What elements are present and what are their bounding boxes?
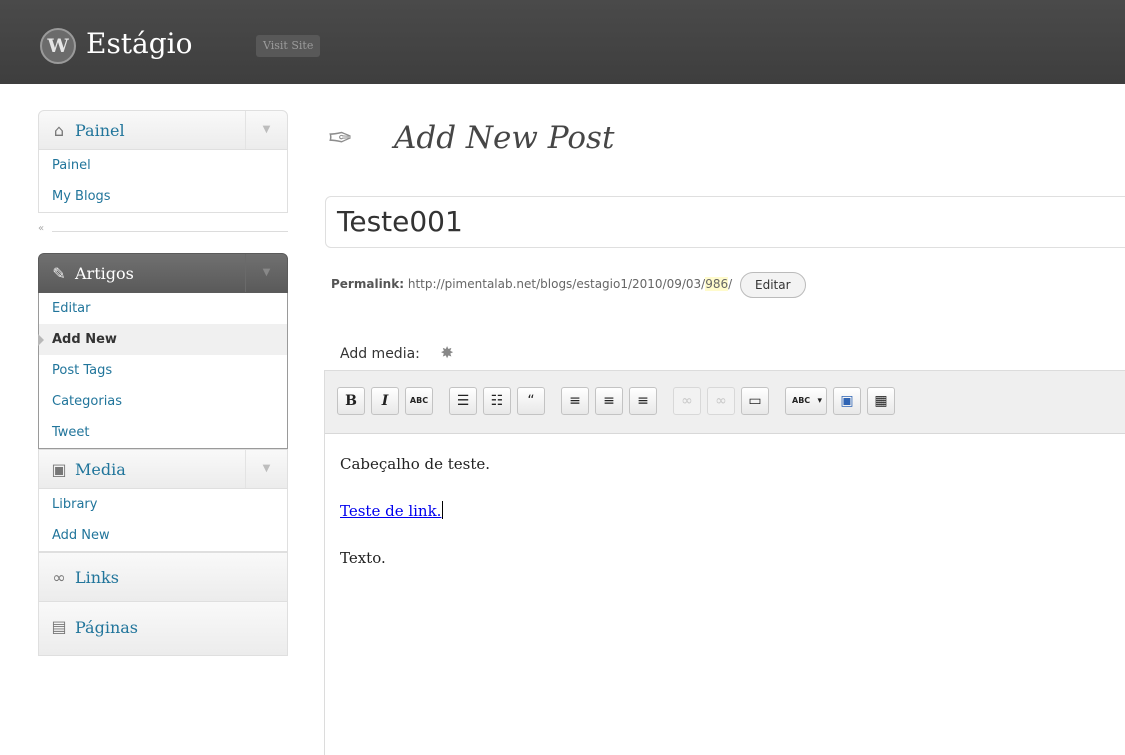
admin-menu: ⌂ Painel ▼ Painel My Blogs « ✎ Artigos ▼…: [38, 110, 288, 656]
menu-media[interactable]: ▣ Media ▼: [38, 449, 288, 489]
text-caret: [442, 501, 444, 519]
add-media-row: Add media: ✸: [340, 338, 454, 368]
strikethrough-button[interactable]: ABC: [405, 387, 433, 415]
submenu-item-add-new-post[interactable]: Add New: [38, 324, 287, 355]
permalink-trailing: /: [728, 277, 733, 291]
permalink-url: http://pimentalab.net/blogs/estagio1/201…: [407, 277, 706, 291]
menu-separator: [52, 231, 288, 232]
admin-header: W Estágio Visit Site: [0, 0, 1125, 84]
add-media-icon[interactable]: ✸: [440, 338, 453, 368]
spellcheck-button[interactable]: ABC ▾: [785, 387, 827, 415]
submenu-item-add-new-media[interactable]: Add New: [39, 520, 287, 551]
submenu-media: Library Add New: [38, 489, 288, 552]
align-center-button[interactable]: ≡: [595, 387, 623, 415]
media-icon: ▣: [51, 460, 67, 479]
submenu-item-my-blogs[interactable]: My Blogs: [39, 181, 287, 212]
insert-more-button[interactable]: ▭: [741, 387, 769, 415]
editor-toolbar: B I ABC ☰ ☷ “ ≡ ≡ ≡ ∞ ∞ ▭ ABC ▾ ▣ ▦: [325, 371, 1125, 434]
submenu-artigos: Editar Add New Post Tags Categorias Twee…: [38, 293, 288, 449]
spellcheck-label: ABC: [792, 396, 811, 405]
blockquote-button[interactable]: “: [517, 387, 545, 415]
link-icon: ∞: [52, 568, 66, 587]
collapse-arrows-icon[interactable]: «: [38, 223, 44, 234]
pushpin-icon: ✑: [328, 121, 354, 156]
submenu-item-categorias[interactable]: Categorias: [39, 386, 287, 417]
menu-paginas[interactable]: ▤ Páginas: [38, 602, 288, 656]
menu-paginas-label: Páginas: [75, 618, 138, 637]
chevron-down-icon[interactable]: ▼: [245, 450, 287, 488]
italic-button[interactable]: I: [371, 387, 399, 415]
permalink-label: Permalink:: [331, 277, 405, 291]
submenu-item-add-new-label: Add New: [52, 332, 117, 347]
submenu-painel: Painel My Blogs: [38, 150, 288, 213]
submenu-item-library[interactable]: Library: [39, 489, 287, 520]
menu-collapse[interactable]: «: [38, 213, 288, 253]
numbered-list-button[interactable]: ☷: [483, 387, 511, 415]
submenu-item-tweet[interactable]: Tweet: [39, 417, 287, 448]
submenu-item-painel[interactable]: Painel: [39, 150, 287, 181]
current-item-arrow-icon: [38, 334, 44, 346]
site-title[interactable]: Estágio: [86, 24, 193, 64]
permalink-row: Permalink: http://pimentalab.net/blogs/e…: [331, 267, 806, 301]
wordpress-logo-icon[interactable]: W: [40, 28, 76, 64]
post-title-input[interactable]: Teste001: [325, 196, 1125, 248]
chevron-down-icon[interactable]: ▼: [245, 111, 287, 149]
align-left-button[interactable]: ≡: [561, 387, 589, 415]
visit-site-button[interactable]: Visit Site: [256, 35, 321, 57]
editor-content[interactable]: Cabeçalho de teste. Teste de link. Texto…: [325, 434, 1125, 613]
menu-links[interactable]: ∞ Links: [38, 552, 288, 602]
editor-body-text: Texto.: [340, 549, 386, 567]
fullscreen-button[interactable]: ▣: [833, 387, 861, 415]
pages-icon: ▤: [51, 617, 67, 636]
unlink-button[interactable]: ∞: [707, 387, 735, 415]
bullet-list-button[interactable]: ☰: [449, 387, 477, 415]
editor-heading-text: Cabeçalho de teste.: [340, 455, 491, 473]
pushpin-icon: ✎: [52, 264, 66, 283]
editor-link-paragraph: Teste de link.: [340, 500, 1125, 522]
align-right-button[interactable]: ≡: [629, 387, 657, 415]
bold-button[interactable]: B: [337, 387, 365, 415]
edit-permalink-button[interactable]: Editar: [740, 271, 806, 298]
submenu-item-editar[interactable]: Editar: [39, 293, 287, 324]
insert-link-button[interactable]: ∞: [673, 387, 701, 415]
chevron-down-icon[interactable]: ▼: [245, 254, 287, 292]
menu-media-label: Media: [75, 460, 126, 479]
post-editor: B I ABC ☰ ☷ “ ≡ ≡ ≡ ∞ ∞ ▭ ABC ▾ ▣ ▦ Cabe…: [324, 370, 1125, 755]
menu-painel[interactable]: ⌂ Painel ▼: [38, 110, 288, 150]
add-media-label: Add media:: [340, 346, 420, 362]
menu-painel-label: Painel: [75, 121, 125, 140]
kitchen-sink-button[interactable]: ▦: [867, 387, 895, 415]
chevron-down-icon[interactable]: ▾: [817, 388, 822, 414]
permalink-slug[interactable]: 986: [705, 277, 729, 291]
menu-links-label: Links: [75, 568, 119, 587]
submenu-item-post-tags[interactable]: Post Tags: [39, 355, 287, 386]
menu-artigos[interactable]: ✎ Artigos ▼: [38, 253, 288, 293]
home-icon: ⌂: [53, 121, 65, 140]
page-title-text: Add New Post: [394, 120, 615, 156]
menu-artigos-label: Artigos: [75, 264, 134, 283]
editor-link[interactable]: Teste de link.: [340, 502, 441, 520]
